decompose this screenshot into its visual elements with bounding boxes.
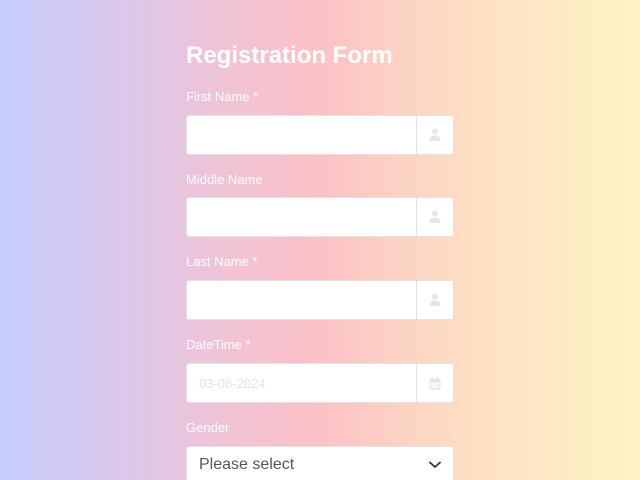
gender-label: Gender (186, 420, 230, 435)
user-icon (416, 281, 453, 319)
last-name-label: Last Name * (186, 254, 258, 269)
middle-name-input[interactable] (187, 198, 416, 236)
middle-name-group (186, 197, 454, 237)
form-title: Registration Form (186, 42, 393, 69)
middle-name-label: Middle Name (186, 172, 263, 187)
first-name-input[interactable] (187, 116, 416, 154)
datetime-group (186, 363, 454, 403)
gender-selected-value: Please select (199, 456, 295, 473)
datetime-input[interactable] (187, 364, 416, 402)
calendar-icon[interactable] (416, 364, 453, 402)
user-icon (416, 116, 453, 154)
last-name-group (186, 280, 454, 320)
gender-select[interactable]: Please select (186, 446, 454, 480)
datetime-label: DateTime * (186, 337, 251, 352)
chevron-down-icon (429, 456, 441, 474)
first-name-group (186, 115, 454, 155)
user-icon (416, 198, 453, 236)
last-name-input[interactable] (187, 281, 416, 319)
first-name-label: First Name * (186, 89, 259, 104)
